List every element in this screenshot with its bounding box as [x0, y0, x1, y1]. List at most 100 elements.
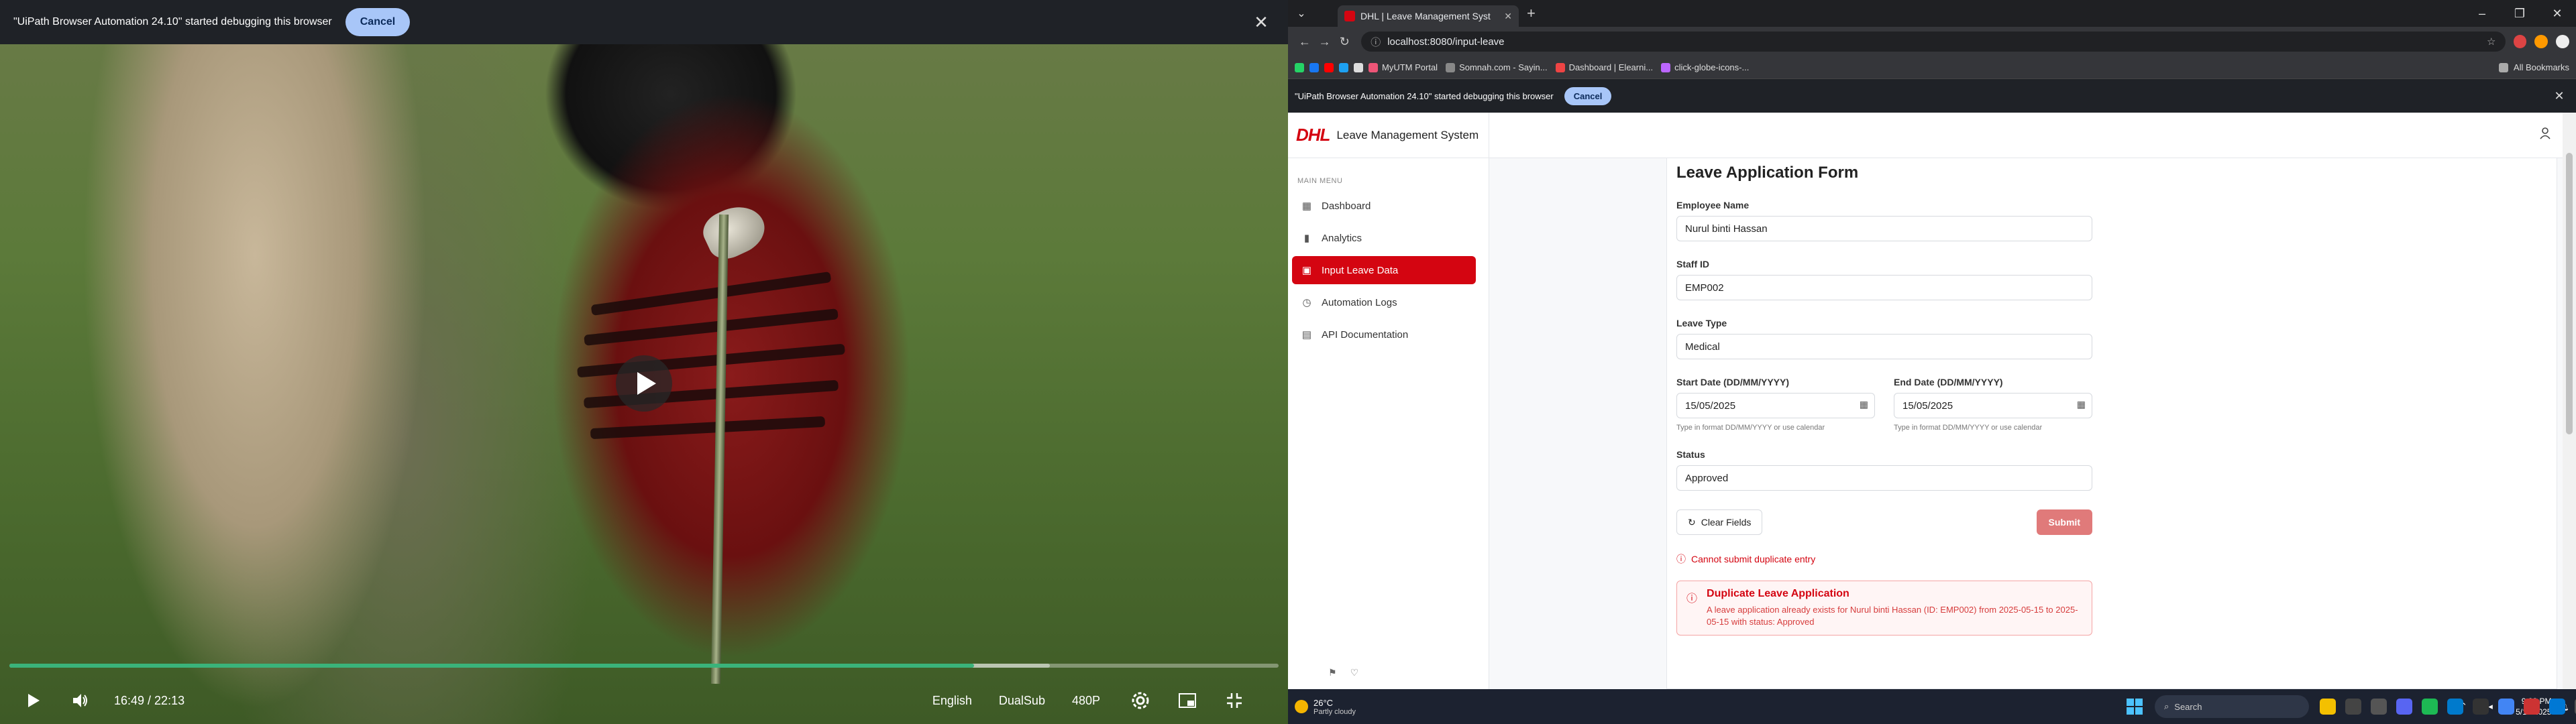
start-date-hint: Type in format DD/MM/YYYY or use calenda…	[1676, 424, 1825, 432]
new-tab-icon[interactable]: +	[1527, 5, 1536, 22]
cancel-button[interactable]: Cancel	[345, 8, 411, 36]
close-window-icon[interactable]: ✕	[2538, 7, 2576, 21]
app-icon[interactable]	[2473, 699, 2489, 715]
vscode-icon[interactable]	[2447, 699, 2463, 715]
whatsapp-icon[interactable]	[1295, 62, 1304, 72]
app-icon[interactable]	[2549, 699, 2565, 715]
reload-icon[interactable]: ↻	[1334, 35, 1354, 49]
language-button[interactable]: English	[932, 694, 972, 708]
bookmark-somnah[interactable]: Somnah.com - Sayin...	[1446, 62, 1548, 72]
profile-avatar[interactable]	[2556, 35, 2569, 48]
bookmark-myutm[interactable]: MyUTM Portal	[1368, 62, 1438, 72]
calendar-icon[interactable]: ▦	[1860, 399, 1868, 410]
leave-type-select[interactable]: Medical	[1676, 334, 2092, 359]
volume-icon[interactable]	[67, 687, 94, 714]
status-label: Status	[1676, 449, 1705, 460]
extension-icon[interactable]	[2513, 35, 2527, 48]
dualsub-button[interactable]: DualSub	[999, 694, 1045, 708]
start-date-group: Start Date (DD/MM/YYYY) 15/05/2025 ▦ Typ…	[1676, 359, 1875, 432]
start-date-input[interactable]: 15/05/2025	[1676, 393, 1875, 418]
bookmark-click-globe[interactable]: click-globe-icons-...	[1661, 62, 1749, 72]
facebook-icon[interactable]	[1309, 62, 1319, 72]
settings-icon[interactable]	[1127, 687, 1154, 714]
maximize-icon[interactable]: ❐	[2501, 7, 2538, 21]
end-date-label: End Date (DD/MM/YYYY)	[1894, 377, 2003, 387]
end-date-input[interactable]: 15/05/2025	[1894, 393, 2092, 418]
extension-icon[interactable]	[2534, 35, 2548, 48]
alert-circle-icon: ⓘ	[1686, 593, 1698, 605]
play-icon[interactable]	[616, 355, 672, 412]
forward-icon[interactable]: →	[1315, 35, 1335, 49]
clear-fields-button[interactable]: ↻ Clear Fields	[1676, 509, 1763, 535]
debug-message: "UiPath Browser Automation 24.10" starte…	[13, 16, 332, 27]
close-icon[interactable]: ✕	[2549, 89, 2569, 103]
all-bookmarks[interactable]: All Bookmarks	[2498, 62, 2569, 72]
browser-window: ⌄ DHL | Leave Management Syst ✕ + – ❐ ✕ …	[1288, 0, 2576, 724]
search-icon: ⌕	[2164, 701, 2169, 711]
weather-widget[interactable]: 26°C Partly cloudy	[1295, 698, 1356, 716]
tab-active[interactable]: DHL | Leave Management Syst ✕	[1338, 5, 1519, 27]
file-explorer-icon[interactable]	[2320, 699, 2336, 715]
discord-icon[interactable]	[2396, 699, 2412, 715]
close-tab-icon[interactable]: ✕	[1504, 11, 1512, 22]
quality-button[interactable]: 480P	[1072, 694, 1100, 708]
app-icon[interactable]	[2524, 699, 2540, 715]
sidebar-item-automation-logs[interactable]: ◷ Automation Logs	[1292, 288, 1476, 316]
sidebar-footer: ⚑ ♡	[1328, 667, 1372, 678]
play-icon[interactable]	[20, 687, 47, 714]
close-icon[interactable]: ✕	[1248, 12, 1275, 33]
minimize-icon[interactable]: –	[2463, 7, 2501, 21]
bookmark-label: Somnah.com - Sayin...	[1459, 62, 1548, 72]
menu-label: MAIN MENU	[1297, 177, 1343, 185]
bookmark-icon[interactable]	[1339, 62, 1348, 72]
sidebar-item-dashboard[interactable]: ▦ Dashboard	[1292, 192, 1476, 220]
app-icon[interactable]	[2345, 699, 2361, 715]
user-icon[interactable]	[2540, 127, 2553, 141]
calendar-icon[interactable]: ▦	[2077, 399, 2086, 410]
bookmark-star-icon[interactable]: ☆	[2487, 36, 2496, 48]
bookmark-icon	[1446, 62, 1456, 72]
spotify-icon[interactable]	[2422, 699, 2438, 715]
bookmark-icon	[1661, 62, 1671, 72]
windows-start-icon[interactable]	[2127, 699, 2143, 715]
cancel-button[interactable]: Cancel	[1564, 86, 1612, 105]
time-display: 16:49 / 22:13	[114, 693, 185, 707]
taskbar-apps: ⌕ Search	[2127, 695, 2576, 718]
github-icon[interactable]	[1354, 62, 1363, 72]
taskbar-search[interactable]: ⌕ Search	[2155, 695, 2309, 718]
staff-id-label: Staff ID	[1676, 259, 1709, 269]
debug-banner: "UiPath Browser Automation 24.10" starte…	[0, 0, 1288, 44]
folder-icon	[2498, 62, 2508, 72]
back-icon[interactable]: ←	[1295, 35, 1315, 49]
chrome-icon[interactable]	[2498, 699, 2514, 715]
player-controls: 16:49 / 22:13 English DualSub 480P	[0, 677, 1288, 724]
search-label: Search	[2174, 701, 2202, 712]
staff-id-input[interactable]: EMP002	[1676, 275, 2092, 300]
submit-button[interactable]: Submit	[2036, 509, 2092, 535]
heart-icon[interactable]: ♡	[1350, 667, 1359, 678]
tab-search-icon[interactable]: ⌄	[1292, 4, 1311, 23]
debug-banner: "UiPath Browser Automation 24.10" starte…	[1288, 79, 2576, 113]
scrollbar-thumb[interactable]	[2566, 153, 2573, 434]
sidebar-item-input-leave-data[interactable]: ▣ Input Leave Data	[1292, 256, 1476, 284]
sidebar-item-api-documentation[interactable]: ▤ API Documentation	[1292, 320, 1476, 349]
picture-in-picture-icon[interactable]	[1174, 687, 1201, 714]
progress-bar[interactable]	[9, 664, 1279, 668]
scrollbar[interactable]	[2563, 113, 2576, 689]
exit-fullscreen-icon[interactable]	[1221, 687, 1248, 714]
video-player[interactable]: "UiPath Browser Automation 24.10" starte…	[0, 0, 1288, 724]
app-icon[interactable]	[2371, 699, 2387, 715]
bookmark-dashboard[interactable]: Dashboard | Elearni...	[1555, 62, 1653, 72]
employee-name-input[interactable]: Nurul binti Hassan	[1676, 216, 2092, 241]
bar-chart-icon: ▮	[1303, 233, 1310, 244]
address-bar[interactable]: ⓘ localhost:8080/input-leave ☆	[1361, 32, 2506, 52]
status-select[interactable]: Approved	[1676, 465, 2092, 491]
temperature: 26°C	[1313, 697, 1334, 708]
clear-fields-label: Clear Fields	[1701, 517, 1752, 528]
site-info-icon[interactable]: ⓘ	[1371, 35, 1381, 49]
youtube-icon[interactable]	[1324, 62, 1334, 72]
feedback-icon[interactable]: ⚑	[1328, 667, 1337, 678]
sidebar-item-analytics[interactable]: ▮ Analytics	[1292, 224, 1476, 252]
grid-icon: ▦	[1301, 200, 1312, 212]
leave-form-card: Leave Application Form Employee Name Nur…	[1666, 158, 2557, 689]
